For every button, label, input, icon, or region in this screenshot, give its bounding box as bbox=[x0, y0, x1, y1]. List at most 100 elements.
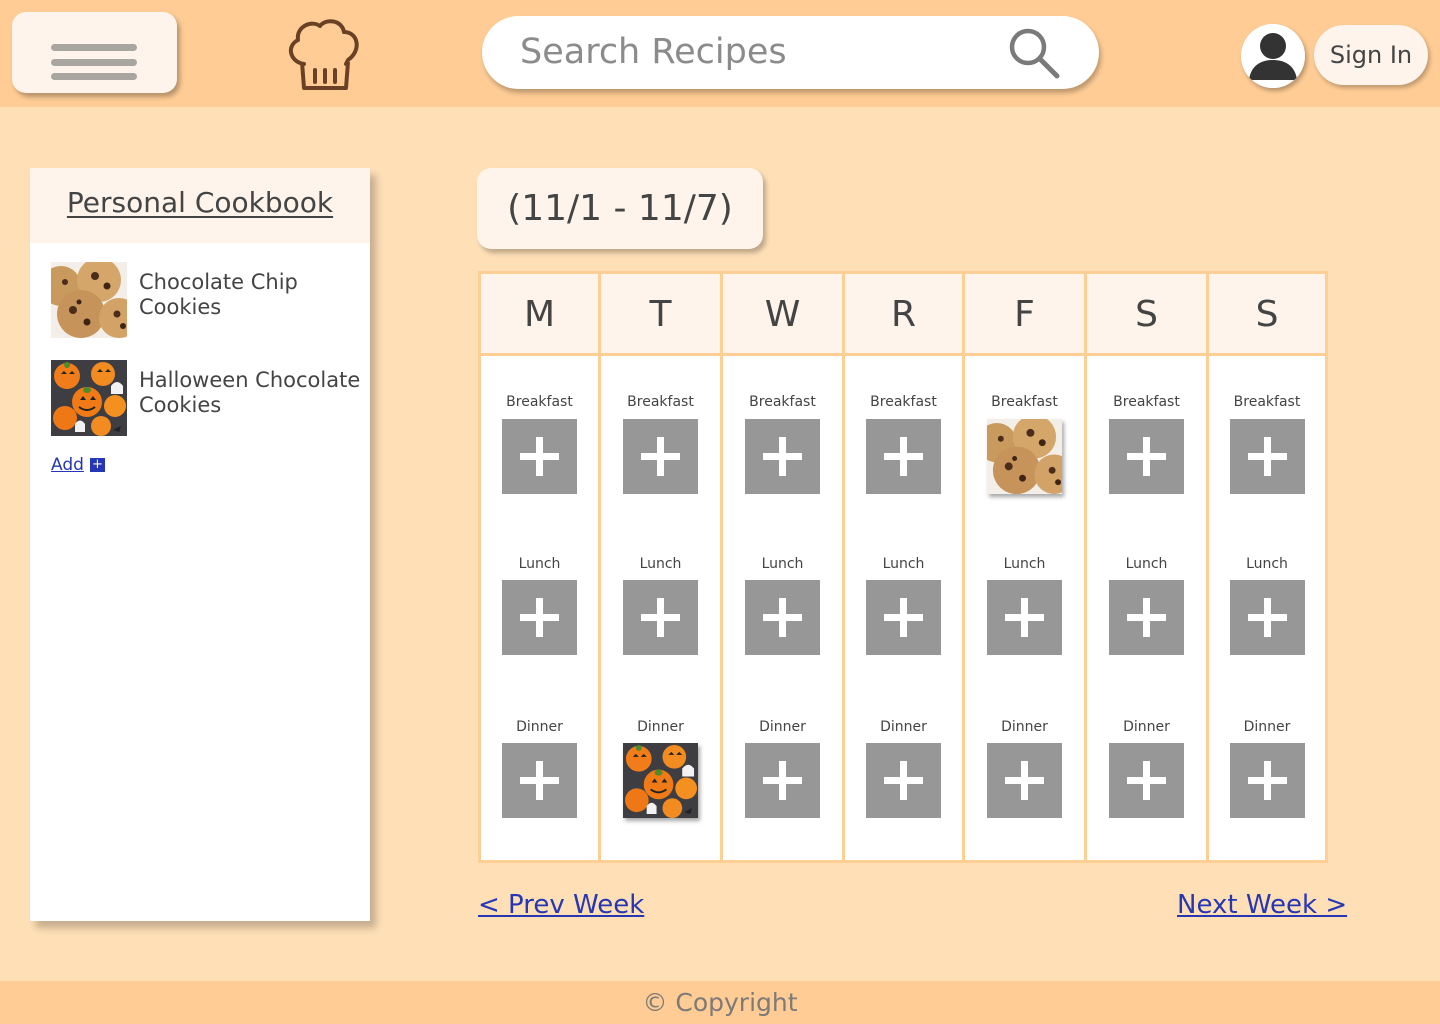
day-column: S Breakfast Lunch Dinner bbox=[1209, 274, 1325, 860]
plus-icon bbox=[1264, 761, 1271, 800]
prev-week-link[interactable]: < Prev Week bbox=[478, 890, 644, 920]
add-meal-button[interactable] bbox=[745, 419, 820, 494]
add-meal-button[interactable] bbox=[1109, 580, 1184, 655]
add-meal-button[interactable] bbox=[623, 419, 698, 494]
search-bar bbox=[482, 16, 1099, 89]
plus-icon bbox=[1264, 598, 1271, 637]
user-avatar[interactable] bbox=[1241, 24, 1305, 88]
meal-label: Breakfast bbox=[1113, 394, 1180, 410]
chef-hat-icon[interactable] bbox=[284, 16, 364, 92]
plus-icon bbox=[657, 437, 664, 476]
meal-label: Breakfast bbox=[506, 394, 573, 410]
plus-icon bbox=[1143, 761, 1150, 800]
cookbook-recipe-item[interactable]: Halloween Chocolate Cookies bbox=[51, 360, 366, 436]
search-icon[interactable] bbox=[1005, 25, 1063, 81]
day-header: S bbox=[1209, 274, 1325, 356]
meal-label: Lunch bbox=[639, 556, 682, 572]
add-label: Add bbox=[51, 455, 84, 475]
halloween-cookies-thumbnail bbox=[51, 360, 127, 436]
meal-label: Lunch bbox=[518, 556, 561, 572]
plus-icon bbox=[1021, 761, 1028, 800]
plus-icon bbox=[1143, 437, 1150, 476]
cookbook-recipe-item[interactable]: Chocolate Chip Cookies bbox=[51, 262, 366, 338]
add-meal-button[interactable] bbox=[745, 580, 820, 655]
add-meal-button[interactable] bbox=[1230, 580, 1305, 655]
add-meal-button[interactable] bbox=[987, 580, 1062, 655]
meal-label: Breakfast bbox=[1233, 394, 1301, 410]
day-header: S bbox=[1087, 274, 1206, 356]
add-meal-button[interactable] bbox=[745, 743, 820, 818]
plus-icon bbox=[900, 598, 907, 637]
plus-icon bbox=[536, 437, 543, 476]
next-week-link[interactable]: Next Week > bbox=[1177, 890, 1347, 920]
meal-label: Breakfast bbox=[749, 394, 816, 410]
plus-icon bbox=[1264, 437, 1271, 476]
add-meal-button[interactable] bbox=[1109, 419, 1184, 494]
chocolate-chip-cookies-thumbnail bbox=[51, 262, 127, 338]
day-column: F Breakfast Lunch Dinner bbox=[965, 274, 1087, 860]
cookbook-title[interactable]: Personal Cookbook bbox=[67, 186, 333, 219]
menu-bar-icon bbox=[51, 44, 137, 51]
plus-icon bbox=[779, 437, 786, 476]
user-silhouette-icon bbox=[1241, 24, 1305, 88]
personal-cookbook-panel: Personal Cookbook Chocolate Chip Cookies… bbox=[30, 168, 370, 921]
add-meal-button[interactable] bbox=[502, 419, 577, 494]
add-meal-button[interactable] bbox=[1109, 743, 1184, 818]
top-header: Sign In bbox=[0, 0, 1440, 107]
day-header: T bbox=[601, 274, 720, 356]
add-meal-button[interactable] bbox=[502, 743, 577, 818]
add-meal-button[interactable] bbox=[987, 743, 1062, 818]
plus-icon bbox=[1021, 598, 1028, 637]
day-header: M bbox=[481, 274, 598, 356]
day-header: W bbox=[723, 274, 842, 356]
plus-icon bbox=[536, 761, 543, 800]
recipe-name: Chocolate Chip Cookies bbox=[139, 270, 298, 319]
plus-icon bbox=[1143, 598, 1150, 637]
day-column: R Breakfast Lunch Dinner bbox=[845, 274, 965, 860]
meal-label: Lunch bbox=[761, 556, 804, 572]
planned-recipe-slot[interactable] bbox=[987, 419, 1062, 494]
sign-in-button[interactable]: Sign In bbox=[1314, 25, 1428, 85]
meal-label: Breakfast bbox=[991, 394, 1058, 410]
meal-label: Lunch bbox=[1125, 556, 1168, 572]
week-range-label: (11/1 - 11/7) bbox=[477, 168, 763, 249]
meal-label: Lunch bbox=[882, 556, 925, 572]
meal-label: Breakfast bbox=[870, 394, 937, 410]
meal-label: Dinner bbox=[759, 719, 806, 735]
planned-recipe-slot[interactable] bbox=[623, 743, 698, 818]
add-meal-button[interactable] bbox=[1230, 743, 1305, 818]
meal-label: Dinner bbox=[1123, 719, 1170, 735]
add-meal-button[interactable] bbox=[502, 580, 577, 655]
add-meal-button[interactable] bbox=[866, 743, 941, 818]
hamburger-menu-button[interactable] bbox=[12, 12, 177, 93]
meal-label: Dinner bbox=[516, 719, 563, 735]
search-input[interactable] bbox=[520, 26, 990, 78]
meal-label: Dinner bbox=[880, 719, 927, 735]
copyright-text: © Copyright bbox=[642, 988, 798, 1017]
add-meal-button[interactable] bbox=[866, 580, 941, 655]
meal-label: Dinner bbox=[1243, 719, 1291, 735]
plus-icon bbox=[900, 437, 907, 476]
add-meal-button[interactable] bbox=[866, 419, 941, 494]
meal-label: Dinner bbox=[637, 719, 684, 735]
meal-label: Lunch bbox=[1003, 556, 1046, 572]
plus-icon: + bbox=[89, 458, 105, 472]
add-recipe-link[interactable]: Add + bbox=[51, 455, 105, 475]
meal-planner-grid: M Breakfast Lunch Dinner T Breakfast Lunch Dinn… bbox=[478, 271, 1328, 863]
day-column: M Breakfast Lunch Dinner bbox=[481, 274, 601, 860]
plus-icon bbox=[536, 598, 543, 637]
menu-bar-icon bbox=[51, 73, 137, 80]
add-meal-button[interactable] bbox=[1230, 419, 1305, 494]
day-header: R bbox=[845, 274, 962, 356]
plus-icon bbox=[779, 598, 786, 637]
day-header: F bbox=[965, 274, 1084, 356]
plus-icon bbox=[657, 598, 664, 637]
meal-label: Breakfast bbox=[627, 394, 694, 410]
day-column: T Breakfast Lunch Dinner bbox=[601, 274, 723, 860]
add-meal-button[interactable] bbox=[623, 580, 698, 655]
footer: © Copyright bbox=[0, 981, 1440, 1024]
recipe-name: Halloween Chocolate Cookies bbox=[139, 368, 361, 417]
day-column: W Breakfast Lunch Dinner bbox=[723, 274, 845, 860]
menu-bar-icon bbox=[51, 59, 137, 66]
plus-icon bbox=[779, 761, 786, 800]
